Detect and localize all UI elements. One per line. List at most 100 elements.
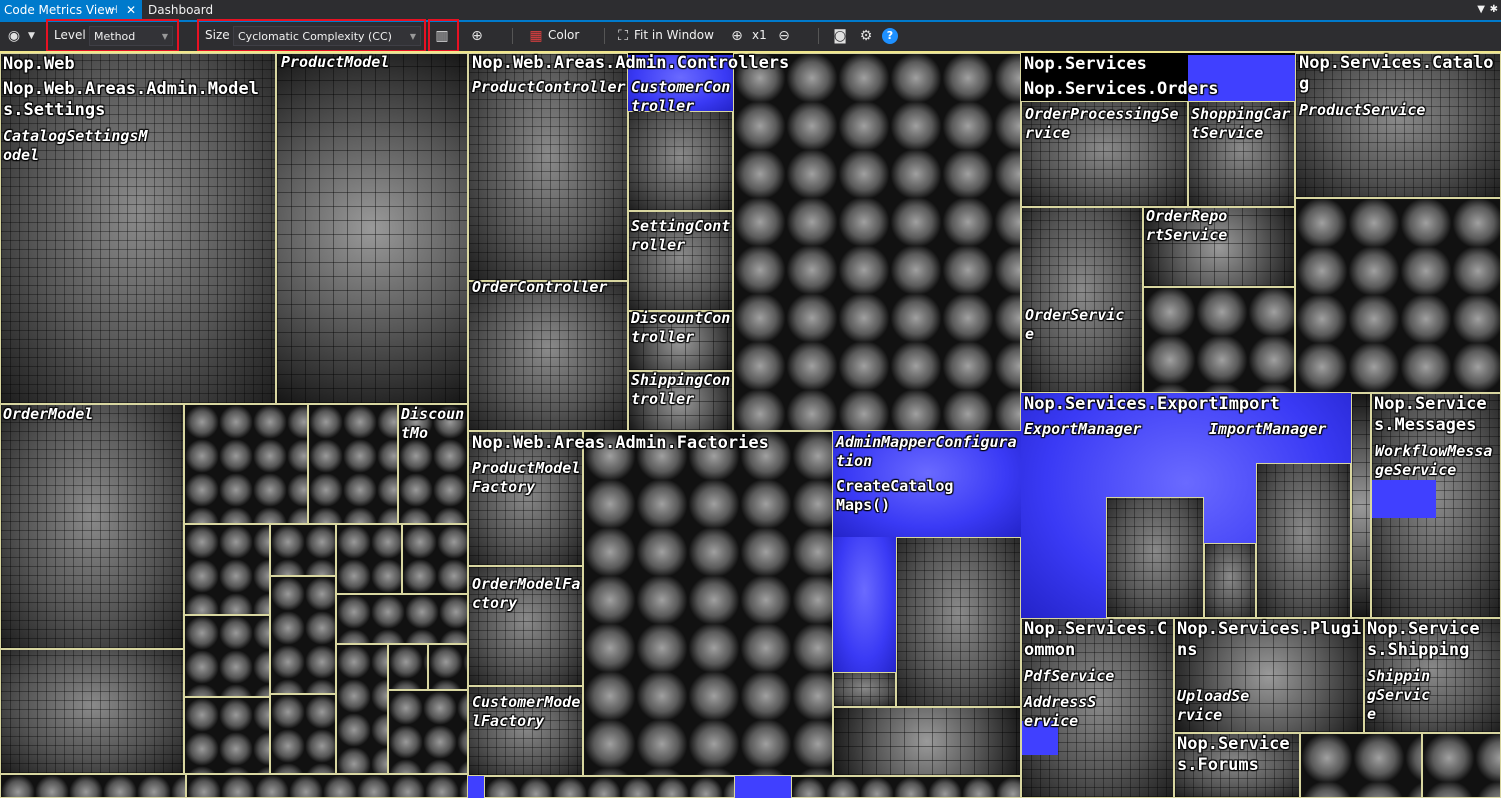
label-product-model: ProductModel: [281, 53, 390, 71]
label-catalog-settings-model: CatalogSettingsModel: [3, 127, 148, 164]
tab-list-dropdown-icon[interactable]: ▼: [1477, 0, 1485, 20]
treemap-cell[interactable]: [833, 707, 1021, 776]
treemap-cell[interactable]: [388, 644, 428, 690]
treemap-cell[interactable]: [0, 649, 184, 774]
treemap-cell[interactable]: [833, 672, 896, 707]
label-order-model-factory: OrderModelFactory: [472, 575, 581, 612]
treemap-cell-catalog-misc[interactable]: [1295, 198, 1501, 393]
label-nop-web: Nop.Web: [3, 54, 75, 74]
treemap-cell-order-model[interactable]: [0, 404, 184, 649]
label-services-plugins: Nop.Services.Plugins: [1177, 619, 1362, 660]
label-customer-controller: CustomerController: [631, 78, 731, 115]
zoom-out-icon[interactable]: ⊖: [774, 26, 794, 46]
treemap-cell[interactable]: [184, 697, 270, 774]
treemap-cell-messages-hot[interactable]: [1372, 480, 1436, 518]
treemap-cell[interactable]: [0, 774, 186, 798]
fit-window-icon[interactable]: ⛶: [613, 26, 633, 46]
help-query-icon[interactable]: ⊕: [467, 26, 487, 46]
size-value: Cyclomatic Complexity (CC): [238, 30, 392, 43]
label-discount-model: DiscountMo: [401, 405, 465, 442]
palette-icon[interactable]: ▦: [526, 26, 546, 46]
treemap-cell[interactable]: [270, 694, 336, 774]
label-product-model-factory: ProductModelFactory: [472, 459, 581, 496]
zoom-level: x1: [752, 28, 767, 42]
separator: [818, 28, 819, 44]
label-services-common: Nop.Services.Common: [1024, 619, 1168, 660]
treemap-cell[interactable]: [184, 615, 270, 697]
treemap-cell[interactable]: [1300, 733, 1422, 798]
camera-icon[interactable]: ◙: [830, 26, 850, 46]
label-services-catalog: Nop.Services.Catalog: [1299, 53, 1494, 94]
treemap-cell-order-service[interactable]: [1021, 207, 1143, 393]
label-workflow-message-service: WorkflowMessageService: [1375, 442, 1493, 479]
separator: [604, 28, 605, 44]
treemap-cell[interactable]: [484, 776, 735, 798]
treemap-cell-order-controller[interactable]: [468, 281, 628, 431]
treemap-cell-export-manager[interactable]: [1106, 497, 1204, 618]
gear-icon[interactable]: ⚙: [856, 26, 876, 46]
chevron-down-icon: ▼: [161, 32, 168, 41]
treemap-cell-orders-misc[interactable]: [1143, 287, 1295, 393]
label-order-processing-service: OrderProcessingService: [1025, 105, 1179, 142]
label-customer-model-factory: CustomerModelFactory: [472, 693, 581, 730]
treemap-cell[interactable]: [184, 524, 270, 615]
treemap-cell[interactable]: [270, 576, 336, 694]
treemap-cell[interactable]: [336, 644, 388, 774]
bar-chart-icon[interactable]: ▥: [432, 26, 452, 46]
separator: [512, 28, 513, 44]
document-tab-bar: Code Metrics View ⊣ ✕ Dashboard ▼ ✱: [0, 0, 1501, 20]
tab-label: Code Metrics View: [4, 3, 115, 17]
treemap-cell[interactable]: [791, 776, 1021, 798]
treemap-cell[interactable]: [1351, 393, 1371, 618]
treemap-cell-hot[interactable]: [468, 776, 484, 798]
fit-in-window-button[interactable]: Fit in Window: [634, 28, 714, 42]
metrics-toolbar: ◉ ▼ Level Method ▼ Size Cyclomatic Compl…: [0, 19, 1501, 52]
metrics-icon[interactable]: ◉: [4, 26, 24, 46]
close-icon[interactable]: ✕: [126, 0, 136, 20]
help-icon[interactable]: ?: [882, 28, 898, 44]
level-dropdown[interactable]: Method ▼: [89, 26, 173, 46]
chevron-down-icon: ▼: [409, 32, 416, 41]
label-services-shipping: Nop.Services.Shipping: [1367, 619, 1480, 660]
zoom-in-icon[interactable]: ⊕: [727, 26, 747, 46]
label-order-model: OrderModel: [3, 405, 94, 423]
treemap-cell[interactable]: [402, 524, 468, 594]
treemap-cell-factories-misc[interactable]: [583, 431, 833, 776]
treemap-cell-hot[interactable]: [735, 776, 791, 798]
label-upload-service: UploadService: [1177, 687, 1250, 724]
treemap-cell[interactable]: [336, 594, 468, 644]
treemap-cell[interactable]: [186, 774, 468, 798]
treemap-cell[interactable]: [308, 404, 398, 524]
label-nop-services: Nop.Services: [1024, 54, 1147, 74]
color-button[interactable]: Color: [548, 28, 579, 42]
treemap-cell-product-model[interactable]: [276, 53, 468, 404]
treemap-cell-import-manager[interactable]: [1256, 463, 1351, 618]
size-label: Size: [205, 28, 230, 42]
treemap-cell[interactable]: [1204, 543, 1256, 618]
treemap-cell[interactable]: [336, 524, 402, 594]
size-dropdown[interactable]: Cyclomatic Complexity (CC) ▼: [233, 26, 421, 46]
treemap-cell[interactable]: [1422, 733, 1501, 798]
label-pdf-service: PdfService: [1024, 667, 1115, 685]
tab-dashboard[interactable]: Dashboard: [148, 0, 213, 20]
pin-icon[interactable]: ⊣: [108, 0, 118, 20]
code-metrics-treemap[interactable]: Nop.Web Nop.Web.Areas.Admin.Models.Setti…: [0, 51, 1501, 798]
label-create-catalog-maps: CreateCatalogMaps(): [836, 477, 954, 514]
treemap-cell[interactable]: [184, 404, 308, 524]
chevron-down-icon[interactable]: ▼: [28, 26, 35, 46]
treemap-cell-admin-mapper-hot[interactable]: [833, 537, 896, 672]
treemap-cell-customer-controller[interactable]: [628, 111, 733, 211]
treemap-cell-admin-mapper[interactable]: [896, 537, 1021, 707]
label-shipping-controller: ShippingController: [631, 371, 731, 408]
label-import-manager: ImportManager: [1209, 420, 1327, 438]
treemap-cell[interactable]: [428, 644, 468, 690]
treemap-cell[interactable]: [388, 690, 468, 774]
label-order-service: OrderService: [1025, 306, 1125, 343]
treemap-cell[interactable]: [270, 524, 336, 576]
tab-code-metrics-view[interactable]: Code Metrics View ⊣ ✕: [0, 0, 142, 20]
label-order-controller: OrderController: [472, 278, 608, 296]
level-value: Method: [94, 30, 136, 43]
label-setting-controller: SettingController: [631, 217, 731, 254]
treemap-cell-controllers-misc[interactable]: [733, 53, 1021, 431]
settings-icon[interactable]: ✱: [1490, 0, 1498, 20]
